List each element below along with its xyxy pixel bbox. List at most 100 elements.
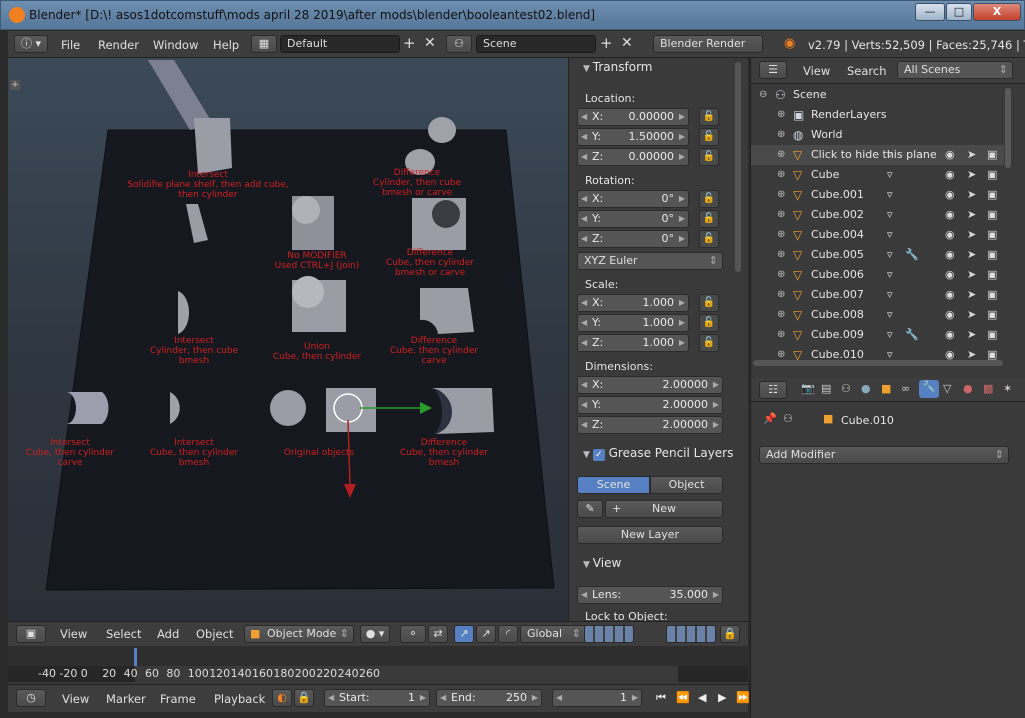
menu-file[interactable]: File	[61, 38, 80, 52]
camera-icon[interactable]: ▣	[987, 165, 997, 185]
cursor-icon[interactable]: ➤	[967, 205, 976, 225]
cursor-icon[interactable]: ➤	[967, 325, 976, 345]
gp-new-layer-button[interactable]: New Layer	[577, 526, 723, 544]
pivot-dropdown[interactable]: ⚬	[400, 625, 426, 643]
expand-icon[interactable]: ⊕	[777, 125, 785, 145]
view3d-menu-view[interactable]: View	[60, 627, 87, 641]
eye-icon[interactable]: ◉	[945, 325, 955, 345]
eye-icon[interactable]: ◉	[945, 265, 955, 285]
current-frame-marker[interactable]	[134, 648, 137, 666]
mesh-data-icon[interactable]: ▿	[887, 305, 893, 325]
outliner-row[interactable]: ⊖ ⚇ Scene	[751, 85, 1004, 105]
world-tab-icon[interactable]: ●	[861, 382, 871, 395]
screen-layout-icon[interactable]: ▦	[251, 35, 277, 53]
start-frame-field[interactable]: ◀ Start: 1 ▶	[324, 689, 430, 707]
shading-dropdown[interactable]: ● ▾	[360, 625, 390, 643]
lock-camera-icon[interactable]: 🔒	[720, 625, 740, 643]
wrench-icon[interactable]: 🔧	[919, 380, 939, 398]
scale-y-field[interactable]: ◀ Y: 1.000 ▶	[577, 314, 689, 332]
texture-tab-icon[interactable]: ▩	[983, 382, 993, 395]
cursor-icon[interactable]: ➤	[967, 225, 976, 245]
lock-icon[interactable]: 🔓	[699, 108, 719, 126]
outliner-row[interactable]: ⊕ ▽ Cube.005 ▿ 🔧 ◉ ➤ ▣	[751, 245, 1004, 265]
remove-screen-icon[interactable]: ✕	[424, 35, 436, 51]
rotation-z-field[interactable]: ◀ Z: 0° ▶	[577, 230, 689, 248]
view3d-menu-object[interactable]: Object	[196, 627, 233, 641]
expand-icon[interactable]: ⊕	[777, 265, 785, 285]
outliner-row[interactable]: ⊕ ◍ World	[751, 125, 1004, 145]
menu-render[interactable]: Render	[98, 38, 139, 52]
cursor-icon[interactable]: ➤	[967, 185, 976, 205]
cursor-icon[interactable]: ➤	[967, 165, 976, 185]
layers-tab-icon[interactable]: ▤	[821, 382, 831, 395]
outliner-row[interactable]: ⊕ ▽ Cube.009 ▿ 🔧 ◉ ➤ ▣	[751, 325, 1004, 345]
outliner-row[interactable]: ⊕ ▽ Click to hide this plane ▿ ◉ ➤ ▣	[751, 145, 1004, 165]
dimension-x-field[interactable]: ◀ X: 2.00000 ▶	[577, 376, 723, 394]
rotate-manipulator-icon[interactable]: ↗	[476, 625, 496, 643]
eye-icon[interactable]: ◉	[945, 185, 955, 205]
cursor-icon[interactable]: ➤	[967, 305, 976, 325]
outliner-row[interactable]: ⊕ ▽ Cube.008 ▿ ◉ ➤ ▣	[751, 305, 1004, 325]
outliner-row[interactable]: ⊕ ▽ Cube ▿ ◉ ➤ ▣	[751, 165, 1004, 185]
outliner-row[interactable]: ⊕ ▽ Cube.007 ▿ ◉ ➤ ▣	[751, 285, 1004, 305]
eye-icon[interactable]: ◉	[945, 205, 955, 225]
mesh-data-icon[interactable]: ▿	[887, 285, 893, 305]
jump-keyframe-back-icon[interactable]: ⏪	[676, 691, 690, 704]
lock-icon[interactable]: 🔓	[699, 314, 719, 332]
3d-viewport[interactable]: + Intersect Solidifie plane shelf, then …	[8, 58, 568, 621]
lens-field[interactable]: ◀ Lens: 35.000 ▶	[577, 586, 723, 604]
timeline-menu-playback[interactable]: Playback	[214, 692, 265, 706]
location-y-field[interactable]: ◀ Y: 1.50000 ▶	[577, 128, 689, 146]
3d-view-editor-icon[interactable]: ▣	[16, 625, 46, 643]
layers-grid-1[interactable]	[584, 625, 634, 643]
mesh-data-icon[interactable]: ▿	[887, 225, 893, 245]
camera-icon[interactable]: ▣	[987, 285, 997, 305]
transform-orientation-dropdown[interactable]: Global ⇕	[520, 625, 586, 643]
keying-icon[interactable]: ◐	[272, 689, 292, 707]
expand-icon[interactable]: ⊕	[777, 305, 785, 325]
play-icon[interactable]: ▶	[718, 691, 726, 704]
scene-tab-icon[interactable]: ⚇	[841, 382, 851, 395]
rotation-y-field[interactable]: ◀ Y: 0° ▶	[577, 210, 689, 228]
outliner-filter-dropdown[interactable]: All Scenes ⇕	[897, 61, 1013, 79]
expand-icon[interactable]: ⊕	[777, 205, 785, 225]
camera-icon[interactable]: ▣	[987, 185, 997, 205]
timeline-menu-frame[interactable]: Frame	[160, 692, 196, 706]
view-panel-title[interactable]: ▼ View	[583, 556, 621, 570]
scene-field[interactable]: Scene	[476, 35, 596, 53]
mesh-data-icon[interactable]: ▿	[887, 165, 893, 185]
camera-icon[interactable]: ▣	[987, 225, 997, 245]
mesh-data-icon[interactable]: ▿	[887, 245, 893, 265]
modifier-wrench-icon[interactable]: 🔧	[905, 245, 919, 265]
expand-icon[interactable]: ⊕	[777, 105, 785, 125]
remove-scene-icon[interactable]: ✕	[621, 35, 633, 51]
eye-icon[interactable]: ◉	[945, 285, 955, 305]
mesh-data-icon[interactable]: ▿	[887, 205, 893, 225]
lock-icon[interactable]: 🔓	[699, 148, 719, 166]
eye-icon[interactable]: ◉	[945, 245, 955, 265]
lock-icon[interactable]: 🔓	[699, 334, 719, 352]
render-engine-dropdown[interactable]: Blender Render	[653, 35, 763, 53]
toolshelf-toggle-icon[interactable]: +	[10, 80, 20, 90]
data-tab-icon[interactable]: ▽	[943, 382, 951, 395]
expand-icon[interactable]: ⊕	[777, 245, 785, 265]
eye-icon[interactable]: ◉	[945, 145, 955, 165]
mesh-data-icon[interactable]: ▿	[887, 265, 893, 285]
npanel-scrollbar[interactable]	[735, 62, 741, 272]
manipulator-icon[interactable]: ⇄	[428, 625, 448, 643]
particles-tab-icon[interactable]: ✶	[1003, 382, 1012, 395]
cursor-icon[interactable]: ➤	[967, 265, 976, 285]
rotation-mode-dropdown[interactable]: XYZ Euler ⇕	[577, 252, 723, 270]
jump-keyframe-forward-icon[interactable]: ⏩	[736, 691, 750, 704]
expand-icon[interactable]: ⊕	[777, 185, 785, 205]
gp-tab-object[interactable]: Object	[650, 476, 723, 494]
eye-icon[interactable]: ◉	[945, 305, 955, 325]
location-x-field[interactable]: ◀ X: 0.00000 ▶	[577, 108, 689, 126]
scale-z-field[interactable]: ◀ Z: 1.000 ▶	[577, 334, 689, 352]
dimension-z-field[interactable]: ◀ Z: 2.00000 ▶	[577, 416, 723, 434]
camera-icon[interactable]: ▣	[987, 325, 997, 345]
object-mode-dropdown[interactable]: ■ Object Mode ⇕	[244, 625, 354, 643]
timeline-editor-icon[interactable]: ◷	[16, 689, 46, 707]
pin-icon[interactable]: 📌	[763, 412, 777, 425]
location-z-field[interactable]: ◀ Z: 0.00000 ▶	[577, 148, 689, 166]
